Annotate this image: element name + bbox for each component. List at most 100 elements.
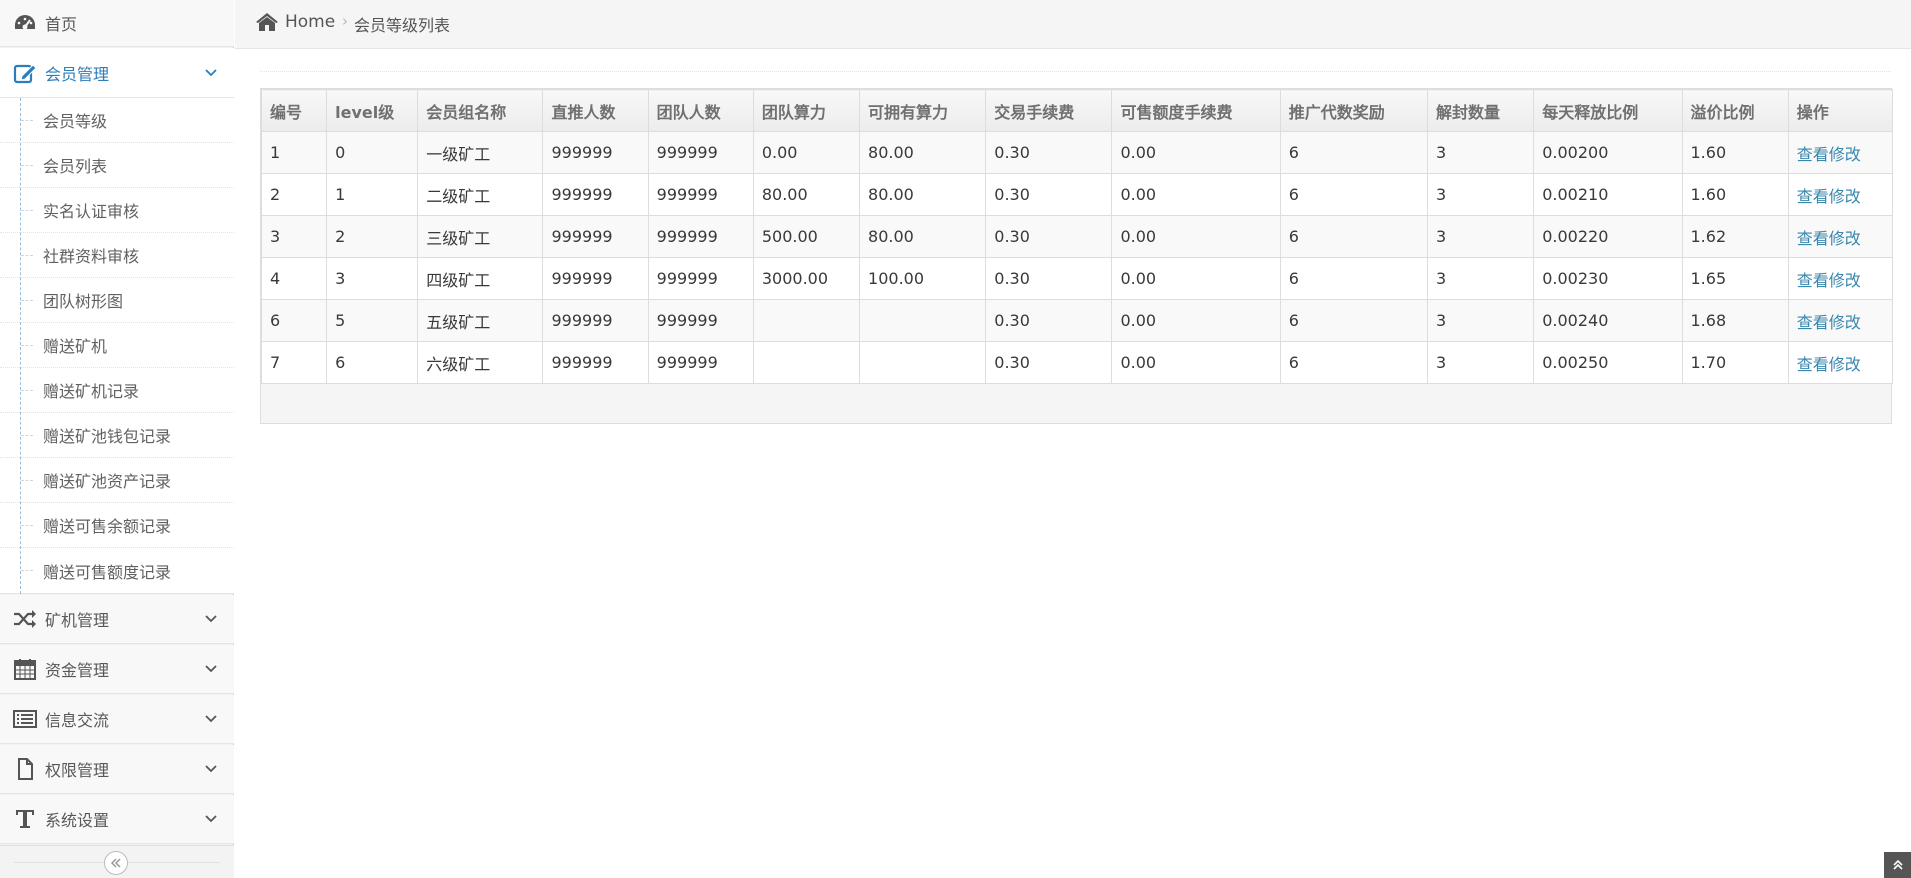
cell-unseal-count: 3 (1427, 299, 1535, 342)
cell-group-name: 四级矿工 (417, 257, 544, 300)
view-edit-link[interactable]: 查看修改 (1797, 313, 1861, 332)
table-header-row: 编号 level级 会员组名称 直推人数 团队人数 团队算力 可拥有算力 交易手… (260, 89, 1894, 132)
member-level-table-container: 编号 level级 会员组名称 直推人数 团队人数 团队算力 可拥有算力 交易手… (260, 88, 1894, 424)
cell-promotion-reward: 6 (1279, 341, 1429, 384)
submenu-item-community-audit[interactable]: 社群资料审核 (0, 233, 234, 278)
column-header-level[interactable]: level级 (326, 89, 419, 132)
sidebar-item-permission-management[interactable]: 权限管理 (0, 745, 234, 794)
column-header-trade-fee[interactable]: 交易手续费 (985, 89, 1113, 132)
table-row: 7 6 六级矿工 999999 999999 0.30 0.00 6 3 0.0… (260, 341, 1894, 384)
sidebar-item-label: 矿机管理 (45, 611, 110, 630)
column-header-daily-release[interactable]: 每天释放比例 (1533, 89, 1683, 132)
cell-daily-release: 0.00240 (1533, 299, 1683, 342)
cell-sellable-quota-fee: 0.00 (1111, 215, 1281, 258)
column-header-team-hashrate[interactable]: 团队算力 (752, 89, 861, 132)
sidebar-item-label: 系统设置 (45, 811, 110, 830)
breadcrumb: Home › 会员等级列表 (235, 0, 1911, 49)
cell-id: 6 (260, 299, 328, 342)
column-header-direct-referrals[interactable]: 直推人数 (542, 89, 649, 132)
cell-ownable-hashrate: 80.00 (859, 215, 987, 258)
sidebar-item-label: 会员管理 (45, 64, 110, 84)
sidebar-collapse-bar (0, 845, 234, 878)
column-header-unseal-count[interactable]: 解封数量 (1427, 89, 1535, 132)
submenu-item-member-list[interactable]: 会员列表 (0, 143, 234, 188)
breadcrumb-separator: › (342, 12, 348, 30)
cell-direct-referrals: 999999 (542, 215, 649, 258)
sidebar: 首页 会员管理 会员等级 会员列表 实名认证审核 社群资料审核 团队树形图 赠送… (0, 0, 234, 878)
view-edit-link[interactable]: 查看修改 (1797, 355, 1861, 374)
cell-direct-referrals: 999999 (542, 131, 649, 174)
column-header-team-size[interactable]: 团队人数 (647, 89, 754, 132)
cell-sellable-quota-fee: 0.00 (1111, 131, 1281, 174)
cell-promotion-reward: 6 (1279, 215, 1429, 258)
submenu-item-gift-miner[interactable]: 赠送矿机 (0, 323, 234, 368)
sidebar-item-member-management[interactable]: 会员管理 (0, 48, 234, 98)
cell-ownable-hashrate: 100.00 (859, 257, 987, 300)
column-header-ownable-hashrate[interactable]: 可拥有算力 (859, 89, 987, 132)
cell-unseal-count: 3 (1427, 215, 1535, 258)
edit-icon (12, 60, 38, 86)
chevron-down-icon (205, 68, 217, 76)
table-row: 6 5 五级矿工 999999 999999 0.30 0.00 6 3 0.0… (260, 299, 1894, 342)
double-angle-up-icon[interactable] (1884, 852, 1911, 878)
cell-group-name: 六级矿工 (417, 341, 544, 384)
cell-promotion-reward: 6 (1279, 257, 1429, 300)
sidebar-item-system-settings[interactable]: 系统设置 (0, 795, 234, 844)
sidebar-item-label: 权限管理 (45, 761, 110, 780)
cell-level: 0 (326, 131, 419, 174)
shuffle-icon (12, 606, 38, 632)
cell-daily-release: 0.00220 (1533, 215, 1683, 258)
cell-group-name: 二级矿工 (417, 173, 544, 216)
sidebar-item-miner-management[interactable]: 矿机管理 (0, 595, 234, 644)
column-header-sellable-quota-fee[interactable]: 可售额度手续费 (1111, 89, 1281, 132)
column-header-premium-ratio[interactable]: 溢价比例 (1681, 89, 1789, 132)
column-header-actions: 操作 (1787, 89, 1894, 132)
view-edit-link[interactable]: 查看修改 (1797, 271, 1861, 290)
cell-promotion-reward: 6 (1279, 173, 1429, 216)
column-header-promotion-reward[interactable]: 推广代数奖励 (1279, 89, 1429, 132)
cell-daily-release: 0.00230 (1533, 257, 1683, 300)
submenu-item-member-level[interactable]: 会员等级 (0, 98, 234, 143)
submenu-item-gift-pool-wallet-records[interactable]: 赠送矿池钱包记录 (0, 413, 234, 458)
submenu-item-gift-miner-records[interactable]: 赠送矿机记录 (0, 368, 234, 413)
cell-id: 3 (260, 215, 328, 258)
submenu-item-label: 实名认证审核 (43, 202, 140, 221)
table-row: 3 2 三级矿工 999999 999999 500.00 80.00 0.30… (260, 215, 1894, 258)
submenu-item-gift-pool-asset-records[interactable]: 赠送矿池资产记录 (0, 458, 234, 503)
text-icon (12, 806, 38, 832)
cell-unseal-count: 3 (1427, 173, 1535, 216)
view-edit-link[interactable]: 查看修改 (1797, 187, 1861, 206)
submenu-item-realname-audit[interactable]: 实名认证审核 (0, 188, 234, 233)
file-icon (12, 756, 38, 782)
chevron-down-icon (205, 715, 217, 723)
cell-level: 5 (326, 299, 419, 342)
view-edit-link[interactable]: 查看修改 (1797, 229, 1861, 248)
double-angle-left-icon[interactable] (104, 851, 128, 875)
column-header-id[interactable]: 编号 (260, 89, 328, 132)
sidebar-item-fund-management[interactable]: 资金管理 (0, 645, 234, 694)
submenu-item-gift-sellable-balance-records[interactable]: 赠送可售余额记录 (0, 503, 234, 548)
cell-ownable-hashrate: 80.00 (859, 173, 987, 216)
cell-team-hashrate (752, 299, 861, 342)
table-row: 4 3 四级矿工 999999 999999 3000.00 100.00 0.… (260, 257, 1894, 300)
table-row: 1 0 一级矿工 999999 999999 0.00 80.00 0.30 0… (260, 131, 1894, 174)
cell-premium-ratio: 1.60 (1681, 131, 1789, 174)
submenu-item-gift-sellable-quota-records[interactable]: 赠送可售额度记录 (0, 548, 234, 593)
submenu-item-team-tree[interactable]: 团队树形图 (0, 278, 234, 323)
sidebar-item-home[interactable]: 首页 (0, 0, 234, 47)
submenu-item-label: 会员等级 (43, 112, 108, 131)
cell-sellable-quota-fee: 0.00 (1111, 173, 1281, 216)
cell-team-hashrate: 80.00 (752, 173, 861, 216)
cell-sellable-quota-fee: 0.00 (1111, 341, 1281, 384)
column-header-group-name[interactable]: 会员组名称 (417, 89, 544, 132)
breadcrumb-home-link[interactable]: Home (285, 12, 335, 32)
cell-premium-ratio: 1.65 (1681, 257, 1789, 300)
cell-id: 2 (260, 173, 328, 216)
cell-ownable-hashrate (859, 299, 987, 342)
cell-level: 3 (326, 257, 419, 300)
cell-unseal-count: 3 (1427, 341, 1535, 384)
chevron-down-icon (205, 665, 217, 673)
submenu-item-label: 赠送可售额度记录 (43, 562, 172, 582)
sidebar-item-info-exchange[interactable]: 信息交流 (0, 695, 234, 744)
view-edit-link[interactable]: 查看修改 (1797, 145, 1861, 164)
